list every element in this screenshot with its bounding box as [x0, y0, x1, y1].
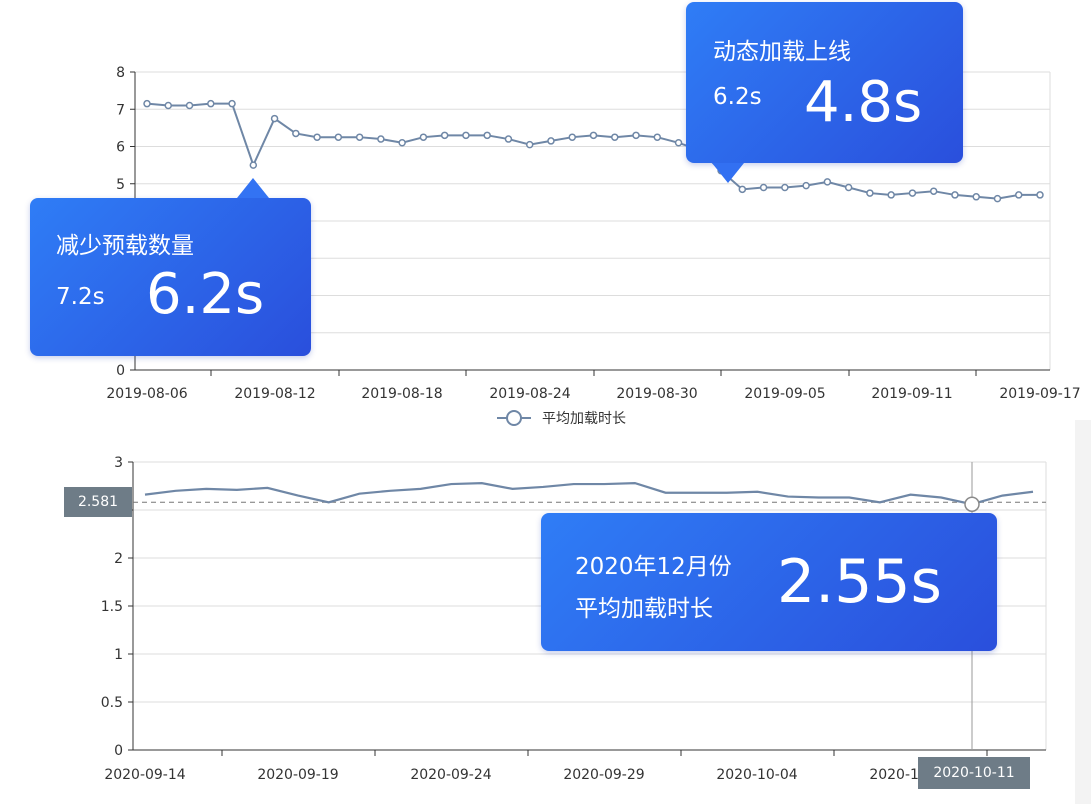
data-point [525, 140, 534, 149]
callout-arrow [237, 178, 269, 198]
x-tick-label: 2019-08-12 [234, 386, 315, 402]
data-point [143, 99, 151, 108]
data-point [759, 183, 768, 192]
data-point [568, 133, 576, 141]
data-point [164, 101, 173, 110]
data-point [929, 187, 938, 195]
callout-after-value: 6.2s [146, 262, 265, 327]
annotation-callout-dynamic-load: 动态加载上线 6.2s 4.8s [686, 2, 963, 183]
callout-title: 减少预载数量 [56, 233, 194, 259]
crosshair-x-value-label: 2020-10-11 [918, 757, 1030, 789]
annotation-callout-reduce-preload: 减少预载数量 7.2s 6.2s [30, 178, 311, 356]
data-point [462, 131, 470, 140]
data-point [292, 129, 300, 138]
y-tick-label: 6 [116, 140, 125, 156]
data-point [207, 99, 215, 108]
y-tick-label: 0.5 [101, 695, 123, 711]
y-tick-label: 3 [114, 455, 123, 471]
y-tick-label: 1 [114, 647, 123, 663]
crosshair-y-value-label: 2.581 [64, 487, 132, 517]
x-tick-label: 2019-08-30 [616, 386, 697, 402]
data-point [823, 178, 832, 186]
callout-after-value: 4.8s [804, 70, 923, 135]
y-tick-label: 0 [114, 743, 123, 759]
callout-before-value: 7.2s [56, 284, 105, 310]
callout-big-value: 2.55s [777, 547, 942, 617]
y-tick-label: 1.5 [101, 599, 123, 615]
data-point [993, 194, 1002, 203]
data-point [185, 101, 194, 110]
y-tick-label: 0 [116, 363, 125, 379]
data-point [483, 131, 491, 140]
data-point [440, 131, 449, 140]
data-point [844, 183, 853, 192]
x-tick-label: 2020-09-29 [563, 767, 644, 783]
legend-label: 平均加载时长 [542, 411, 626, 427]
data-point [611, 133, 619, 141]
data-point [1036, 191, 1044, 199]
data-point [377, 135, 385, 143]
data-point [887, 191, 895, 199]
legend[interactable]: 平均加载时长 [497, 410, 626, 427]
data-point [355, 133, 364, 141]
y-tick-label: 7 [116, 102, 125, 118]
y-tick-label: 5 [116, 177, 125, 193]
x-tick-label: 2019-09-17 [999, 386, 1080, 402]
data-point [802, 181, 810, 190]
crosshair-marker [964, 496, 980, 512]
data-point [738, 185, 747, 194]
x-tick-label: 2020-10-04 [716, 767, 797, 783]
data-point [228, 99, 236, 108]
data-point [653, 133, 662, 141]
data-point [781, 183, 789, 192]
data-point [908, 189, 917, 197]
data-point [270, 114, 279, 123]
x-tick-label: 2020-09-14 [104, 767, 185, 783]
data-point [547, 137, 555, 145]
data-point [1014, 191, 1023, 199]
x-tick-label: 2019-09-05 [744, 386, 825, 402]
series-line-2020 [144, 482, 1034, 506]
x-tick-label: 2019-08-18 [361, 386, 442, 402]
data-point [504, 135, 513, 143]
callout-arrow [712, 163, 744, 183]
data-point [398, 139, 406, 147]
data-point [632, 131, 640, 140]
data-point [674, 139, 683, 147]
data-point [419, 133, 428, 141]
data-point [951, 191, 959, 199]
y-tick-label: 8 [116, 65, 125, 81]
data-point [589, 131, 598, 140]
right-edge-panel [1075, 420, 1091, 804]
legend-marker-icon [506, 410, 522, 426]
x-tick-label: 2020-09-19 [257, 767, 338, 783]
data-point [866, 189, 874, 197]
data-point [313, 133, 321, 141]
data-point [334, 133, 343, 141]
x-tick-label: 2019-09-11 [871, 386, 952, 402]
callout-before-value: 6.2s [713, 84, 762, 110]
data-point [249, 161, 258, 169]
x-tick-label: 2019-08-24 [489, 386, 570, 402]
callout-line-1: 2020年12月份 [575, 554, 732, 580]
x-tick-label: 2019-08-06 [106, 386, 187, 402]
callout-title: 动态加载上线 [713, 39, 851, 65]
data-point [972, 193, 980, 201]
x-tick-label: 2020-09-24 [410, 767, 491, 783]
y-tick-label: 2 [114, 551, 123, 567]
callout-line-2: 平均加载时长 [575, 596, 713, 622]
annotation-callout-december-average: 2020年12月份 平均加载时长 2.55s [541, 513, 997, 651]
